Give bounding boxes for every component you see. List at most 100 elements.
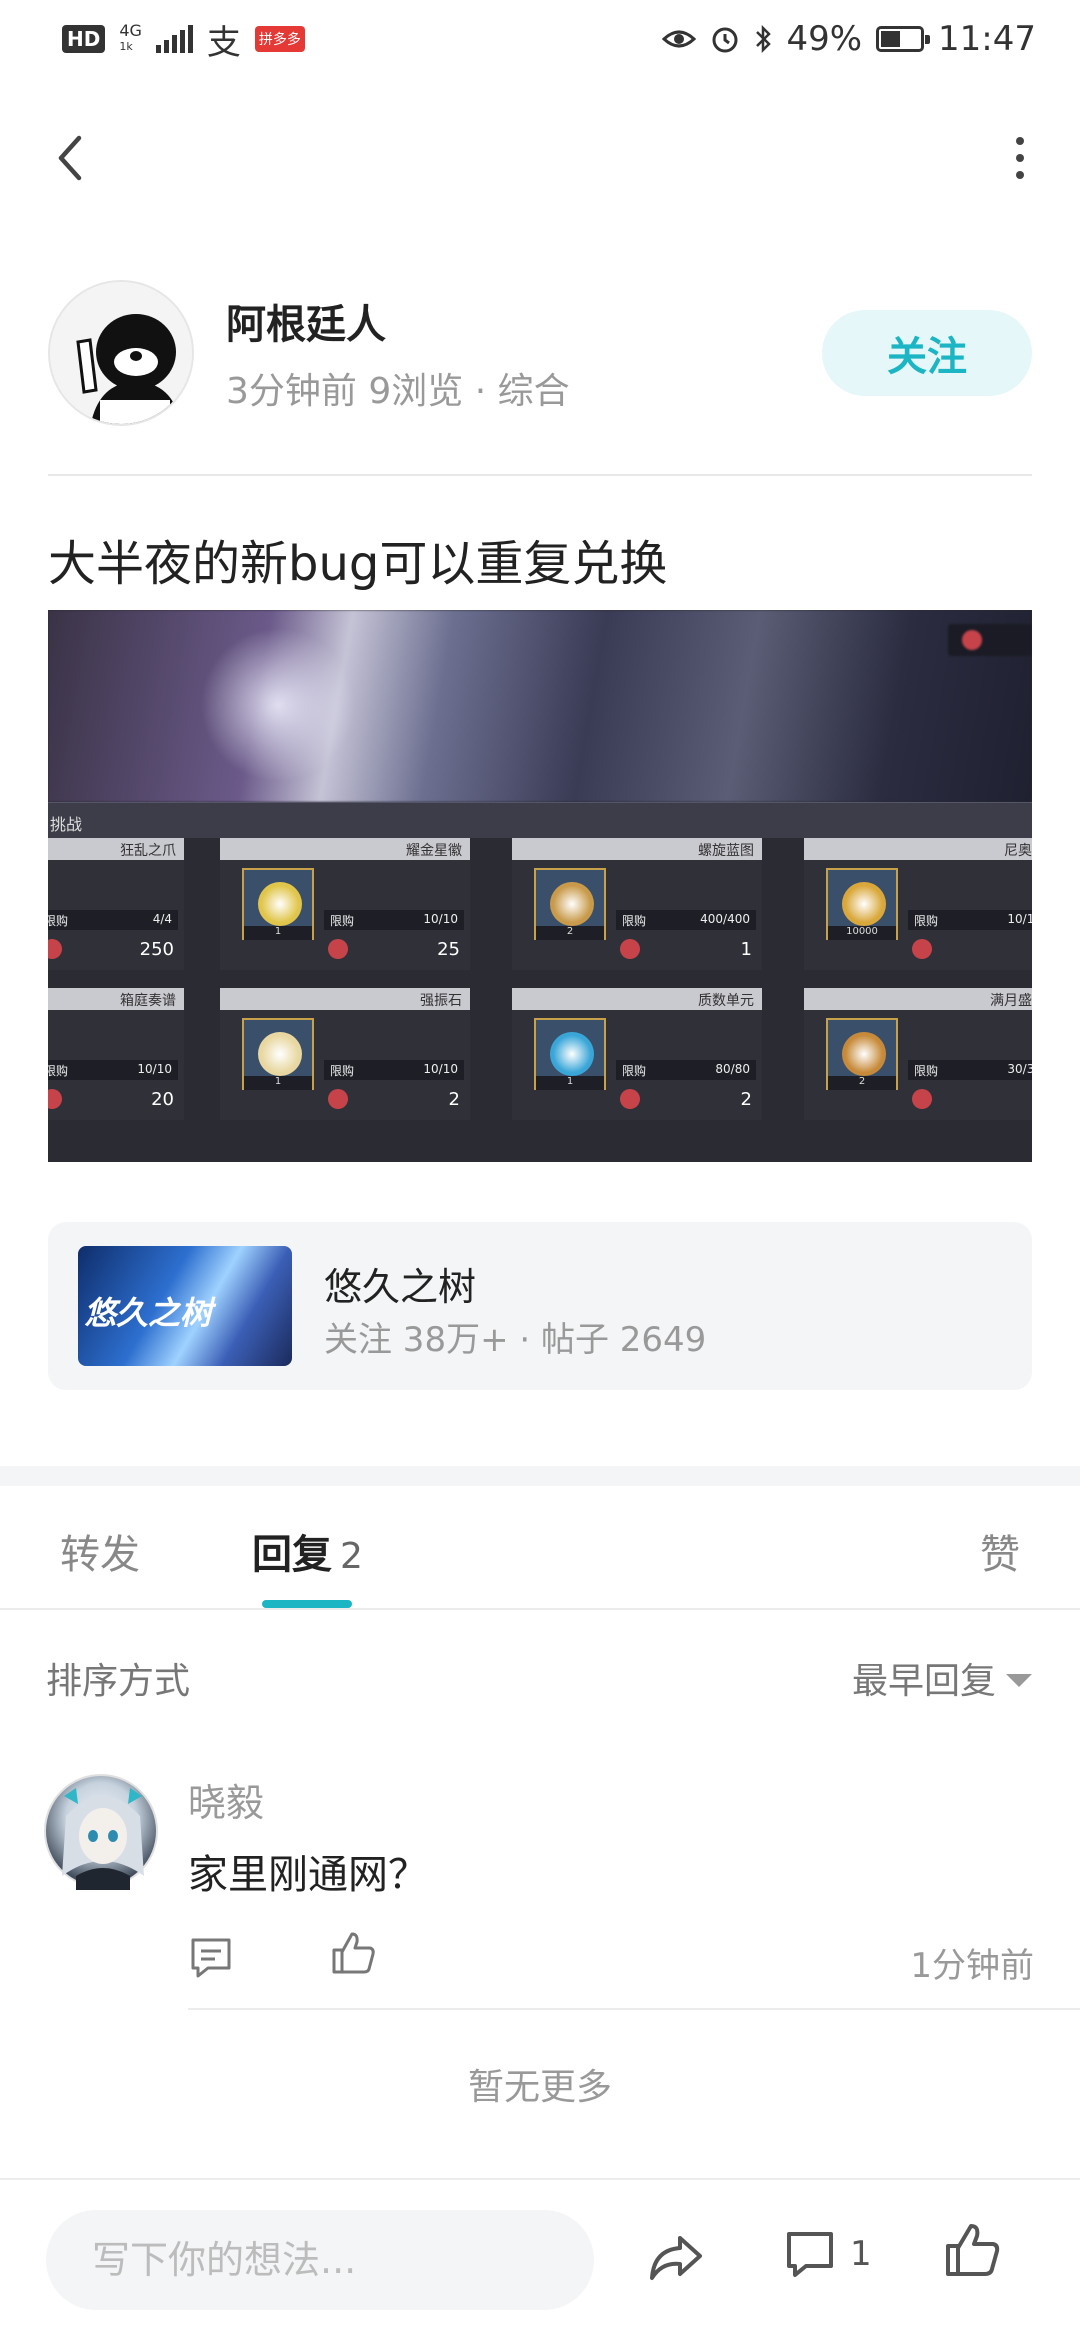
sort-label: 排序方式 [46, 1661, 191, 1702]
shop-item-limit: 限购 10/10 [908, 910, 1032, 930]
comment-time: 1分钟前 [910, 1946, 1034, 1986]
shop-item-card: 尼奥德 10000 限购 10/10 1 [804, 838, 1032, 970]
app-badge-icon: 拼多多 [254, 26, 305, 52]
shop-item-icon: 2 [534, 868, 606, 940]
forum-card[interactable]: 悠久之树 悠久之树 关注 38万+ · 帖子 2649 [48, 1222, 1032, 1390]
tab-reply-count: 2 [340, 1536, 363, 1577]
post-meta: 3分钟前 9浏览 · 综合 [226, 371, 570, 412]
shop-item-title: 狂乱之爪 [48, 838, 184, 860]
tab-reply-label: 回复 [252, 1532, 332, 1578]
tab-like[interactable]: 赞 [980, 1522, 1020, 1580]
follow-button[interactable]: 关注 [822, 310, 1032, 396]
game-band: 挑战 [48, 802, 1032, 838]
shop-item-cost: 1 [908, 1086, 1032, 1112]
forum-name: 悠久之树 [324, 1265, 477, 1309]
divider [48, 474, 1032, 476]
limit-value: 10/10 [423, 1062, 458, 1076]
tab-indicator [262, 1600, 352, 1608]
shop-item-title: 满月盛宴 [804, 988, 1032, 1010]
coin-icon [328, 1089, 348, 1109]
limit-label: 限购 [48, 914, 69, 928]
chevron-left-icon [58, 135, 82, 181]
shop-item-title: 尼奥德 [804, 838, 1032, 860]
post-image[interactable]: 挑战 狂乱之爪 限购 4/4 250 耀金星徽 1 限购 10/10 25 螺旋蓝图 2 限购 400/… [48, 610, 1032, 1162]
tab-reply[interactable]: 回复 2 [252, 1522, 363, 1580]
shop-item-icon: 1 [242, 1018, 314, 1090]
share-icon[interactable] [646, 2228, 706, 2292]
shop-item-icon: 2 [826, 1018, 898, 1090]
shop-item-limit: 限购 10/10 [48, 1060, 178, 1080]
reply-icon[interactable] [188, 1934, 234, 1984]
top-nav [0, 108, 1080, 208]
comment-like-icon[interactable] [330, 1930, 376, 1980]
thumbs-up-icon[interactable] [944, 2222, 1000, 2282]
band-label: 挑战 [50, 815, 83, 834]
bluetooth-icon [756, 24, 772, 54]
hd-indicator: HD [62, 25, 106, 53]
shop-item-limit: 限购 30/30 [908, 1060, 1032, 1080]
back-button[interactable] [40, 128, 100, 188]
limit-value: 4/4 [152, 912, 172, 926]
post-title: 大半夜的新bug可以重复兑换 [48, 536, 668, 592]
more-button[interactable] [990, 128, 1050, 188]
forum-thumbnail: 悠久之树 [78, 1246, 292, 1366]
divider [188, 2008, 1080, 2010]
avatar-image [50, 282, 192, 424]
coin-icon [620, 939, 640, 959]
limit-label: 限购 [914, 914, 939, 928]
shop-row: 狂乱之爪 限购 4/4 250 耀金星徽 1 限购 10/10 25 螺旋蓝图 2 限购 400/400… [48, 838, 1032, 988]
signal-icon [155, 25, 193, 53]
limit-label: 限购 [622, 914, 647, 928]
limit-value: 400/400 [700, 912, 750, 926]
shop-item-icon: 1 [534, 1018, 606, 1090]
shop-item-count: 1 [536, 1076, 604, 1090]
sort-dropdown[interactable]: 最早回复 [852, 1652, 1032, 1704]
shop-item-limit: 限购 80/80 [616, 1060, 756, 1080]
shop-item-title: 强振石 [220, 988, 470, 1010]
comment-count: 1 [850, 2234, 872, 2274]
section-separator [0, 1466, 1080, 1486]
author-avatar[interactable] [48, 280, 194, 426]
shop-item-icon: 10000 [826, 868, 898, 940]
forum-thumb-logo: 悠久之树 [84, 1294, 213, 1332]
coin-icon [912, 1089, 932, 1109]
coin-icon [328, 939, 348, 959]
shop-item-limit: 限购 400/400 [616, 910, 756, 930]
shop-item-count: 1 [244, 1076, 312, 1090]
shop-item-card: 耀金星徽 1 限购 10/10 25 [220, 838, 470, 970]
shop-item-count: 1 [244, 926, 312, 940]
limit-label: 限购 [330, 1064, 355, 1078]
battery-percent: 49% [786, 19, 863, 59]
coin-icon [962, 630, 982, 650]
more-vertical-icon [1016, 137, 1024, 145]
limit-value: 30/30 [1007, 1062, 1032, 1076]
coin-icon [912, 939, 932, 959]
cost-value: 1 [740, 938, 752, 960]
sort-selected: 最早回复 [851, 1661, 996, 1702]
coin-icon [48, 939, 62, 959]
shop-item-icon: 1 [242, 868, 314, 940]
limit-value: 10/10 [137, 1062, 172, 1076]
eye-icon [662, 30, 697, 48]
comment-button[interactable]: 1 [784, 2228, 872, 2280]
sort-bar: 排序方式 最早回复 [0, 1624, 1080, 1728]
status-right: 49% 11:47 [662, 19, 1036, 59]
limit-label: 限购 [48, 1064, 69, 1078]
shop-item-count: 2 [828, 1076, 896, 1090]
commenter-name[interactable]: 晓毅 [188, 1772, 264, 1827]
shop-item-limit: 限购 10/10 [324, 1060, 464, 1080]
cost-value: 2 [740, 1088, 752, 1110]
tab-forward[interactable]: 转发 [60, 1522, 140, 1580]
comment-input[interactable] [46, 2210, 594, 2310]
shop-item-cost: 2 [324, 1086, 464, 1112]
battery-icon [876, 26, 931, 52]
currency-box [948, 624, 1032, 656]
bottom-bar: 1 [0, 2178, 1080, 2340]
commenter-avatar[interactable] [44, 1774, 158, 1890]
author-name[interactable]: 阿根廷人 [226, 292, 386, 350]
comment-item: 晓毅 家里刚通网？ 1分钟前 [0, 1768, 1080, 2008]
shop-item-cost: 25 [324, 936, 464, 962]
cost-value: 20 [151, 1088, 174, 1110]
limit-label: 限购 [622, 1064, 647, 1078]
limit-value: 10/10 [423, 912, 458, 926]
